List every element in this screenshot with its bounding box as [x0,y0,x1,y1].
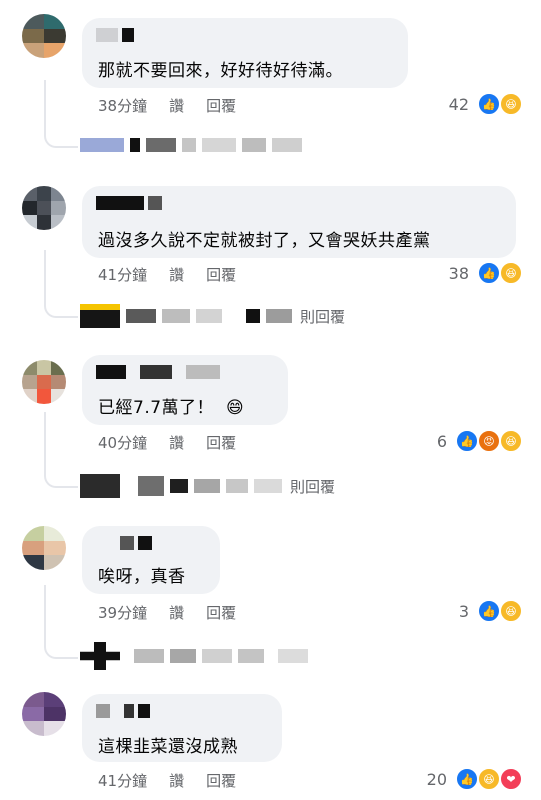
comment-thread: 那就不要回來，好好待好待滿。 38分鐘 讚 回覆 42 👍 😆 過沒多久說不定就… [0,0,541,800]
replies-label: 則回覆 [290,477,336,496]
reply-button[interactable]: 回覆 [206,95,236,116]
comment-actions: 41分鐘 讚 回覆 [98,264,236,285]
like-button[interactable]: 讚 [169,770,184,791]
reply-button[interactable]: 回覆 [206,264,236,285]
avatar[interactable] [22,186,66,230]
avatar[interactable] [22,14,66,58]
reaction-count: 42 [448,94,469,114]
commenter-name[interactable] [96,365,220,379]
comment-time[interactable]: 38分鐘 [98,95,147,116]
commenter-name[interactable] [120,536,152,550]
comment-text: 已經7.7萬了！ 😄 [98,393,244,418]
angry-reaction-icon: 😡 [477,429,501,453]
reaction-summary[interactable]: 6 👍 😡 😆 [437,429,523,453]
thread-line [44,412,78,488]
comment-time[interactable]: 41分鐘 [98,770,147,791]
comment-actions: 41分鐘 讚 回覆 [98,770,236,791]
avatar[interactable] [22,526,66,570]
comment-actions: 39分鐘 讚 回覆 [98,602,236,623]
comment-bubble: 那就不要回來，好好待好待滿。 [82,18,408,88]
comment-bubble: 唉呀，真香 [82,526,220,594]
like-button[interactable]: 讚 [169,264,184,285]
love-reaction-icon: ❤ [499,767,523,791]
like-reaction-icon: 👍 [455,767,479,791]
comment-time[interactable]: 39分鐘 [98,602,147,623]
comment-text: 唉呀，真香 [98,567,186,587]
haha-reaction-icon: 😆 [499,429,523,453]
haha-reaction-icon: 😆 [499,92,523,116]
like-button[interactable]: 讚 [169,432,184,453]
thread-line [44,585,78,659]
commenter-name[interactable] [96,28,134,42]
like-button[interactable]: 讚 [169,602,184,623]
reaction-count: 20 [426,769,447,789]
haha-reaction-icon: 😆 [499,261,523,285]
reply-button[interactable]: 回覆 [206,602,236,623]
like-button[interactable]: 讚 [169,95,184,116]
comment-text-body: 已經7.7萬了！ [98,398,215,418]
replies-link[interactable] [80,642,316,670]
reaction-count: 3 [458,601,469,621]
like-reaction-icon: 👍 [477,261,501,285]
reaction-summary[interactable]: 20 👍 😆 ❤ [427,767,523,791]
like-reaction-icon: 👍 [477,92,501,116]
comment-bubble: 已經7.7萬了！ 😄 [82,355,288,425]
replies-link[interactable]: 則回覆 [80,474,335,498]
grin-emoji-icon: 😄 [225,398,245,418]
comment-time[interactable]: 40分鐘 [98,432,147,453]
reply-button[interactable]: 回覆 [206,432,236,453]
comment-text: 這棵韭菜還沒成熟 [98,737,238,757]
reaction-summary[interactable]: 42 👍 😆 [449,92,523,116]
comment-bubble: 這棵韭菜還沒成熟 [82,694,282,762]
replies-link[interactable] [80,133,310,157]
thread-line [44,250,78,318]
comment-actions: 40分鐘 讚 回覆 [98,432,236,453]
reply-button[interactable]: 回覆 [206,770,236,791]
comment-bubble: 過沒多久說不定就被封了，又會哭妖共產黨 [82,186,516,258]
haha-reaction-icon: 😆 [499,599,523,623]
replies-link[interactable]: 則回覆 [80,304,345,328]
like-reaction-icon: 👍 [477,599,501,623]
comment-actions: 38分鐘 讚 回覆 [98,95,236,116]
reaction-summary[interactable]: 3 👍 😆 [459,599,523,623]
comment-text: 那就不要回來，好好待好待滿。 [98,61,343,81]
haha-reaction-icon: 😆 [477,767,501,791]
reaction-count: 38 [448,263,469,283]
thread-line [44,80,78,148]
comment-time[interactable]: 41分鐘 [98,264,147,285]
reaction-count: 6 [436,431,447,451]
like-reaction-icon: 👍 [455,429,479,453]
reaction-summary[interactable]: 38 👍 😆 [449,261,523,285]
avatar[interactable] [22,692,66,736]
comment-text: 過沒多久說不定就被封了，又會哭妖共產黨 [98,231,431,251]
avatar[interactable] [22,360,66,404]
commenter-name[interactable] [96,704,150,718]
replies-label: 則回覆 [300,307,346,326]
commenter-name[interactable] [96,196,162,210]
